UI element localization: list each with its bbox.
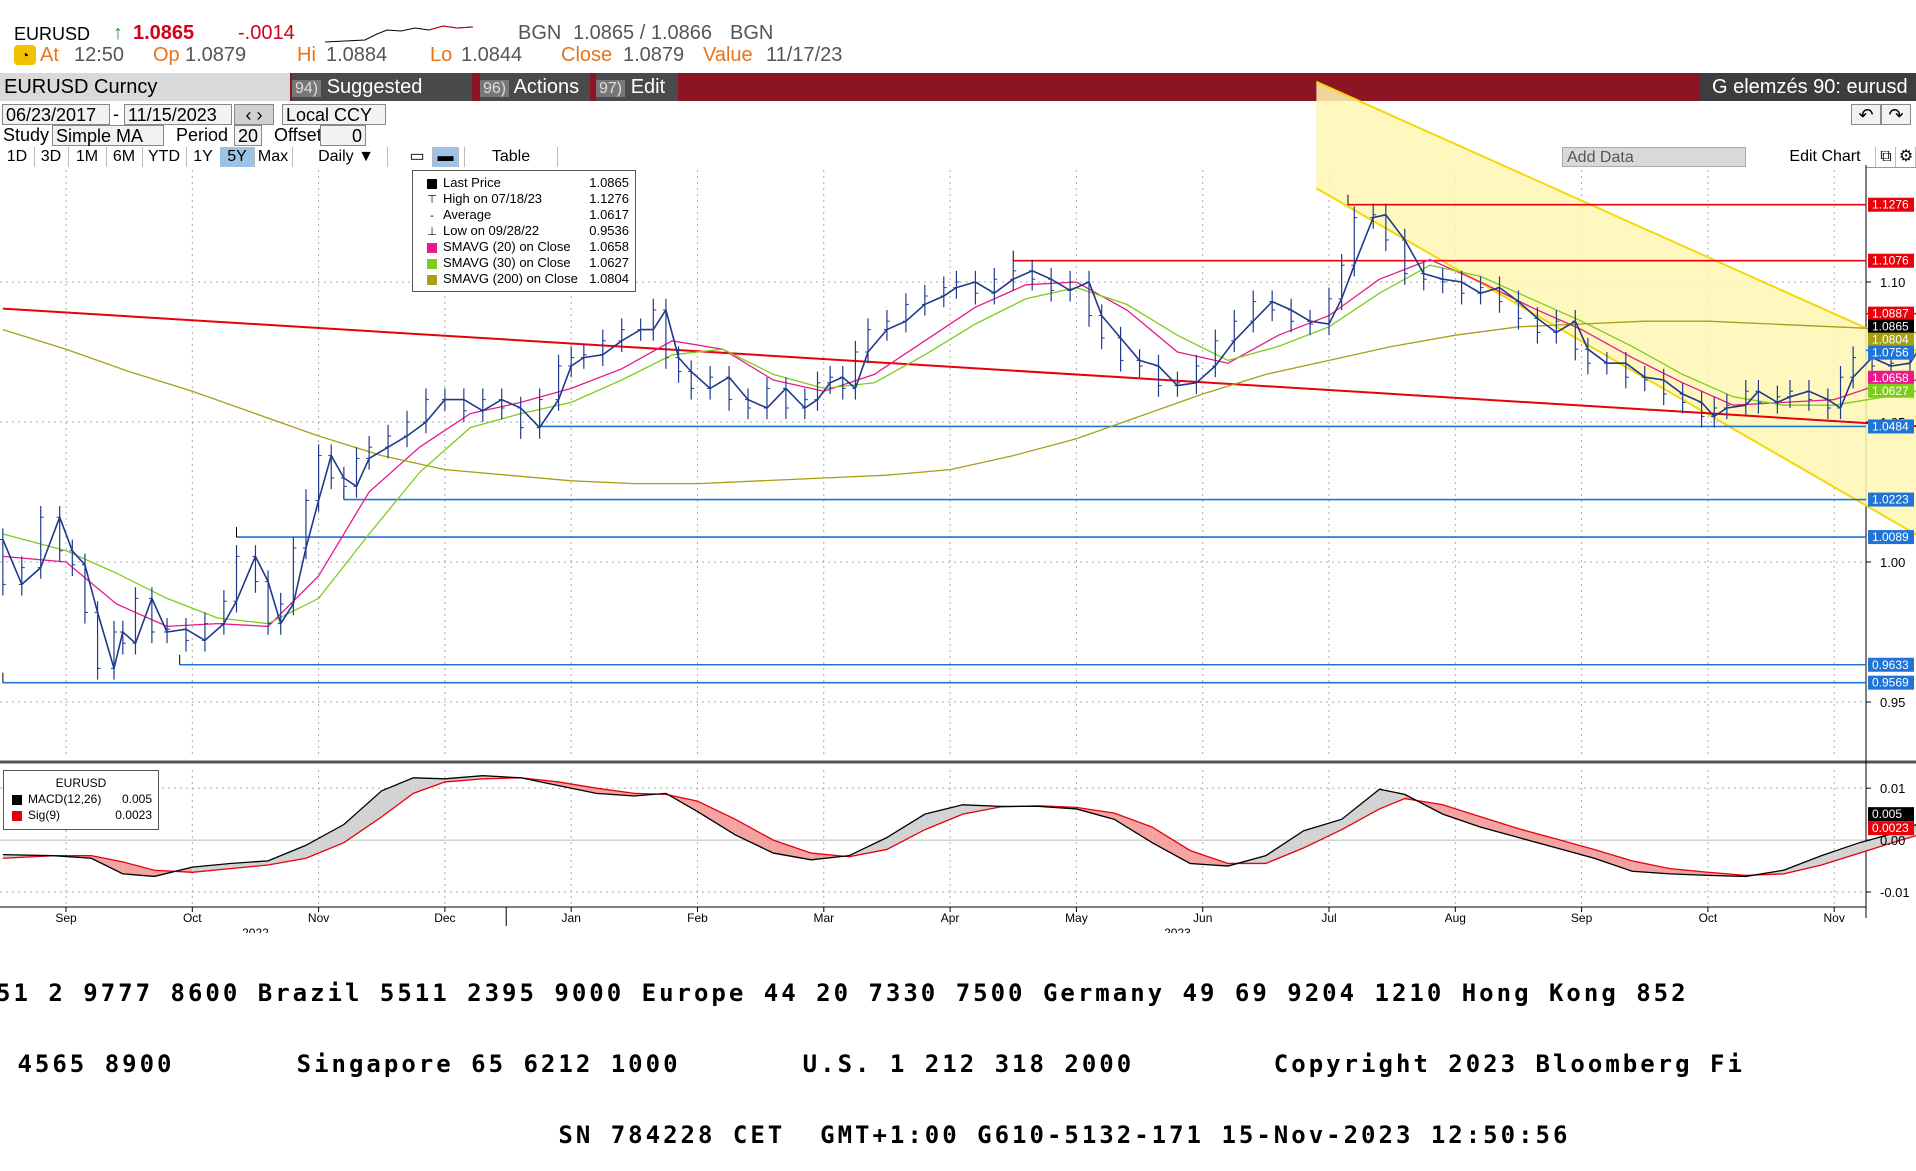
- x-tick-label: Jun: [1193, 911, 1212, 925]
- legend-value: 1.0617: [589, 207, 629, 222]
- price-tag-label: 0.9569: [1872, 676, 1909, 690]
- legend-swatch-icon: [12, 810, 22, 821]
- legend-label: Sig(9): [28, 808, 61, 822]
- legend-value: 1.0658: [589, 239, 629, 254]
- time-axis: Sep Oct Nov Dec Jan Feb Mar Apr May Jun Jul Aug Sep O…: [55, 907, 1845, 933]
- legend-swatch-icon: ⊥: [427, 225, 437, 238]
- legend-swatch-icon: [427, 178, 437, 189]
- price-chart: 1.101.051.000.95 1.12761.10761.08871.086…: [0, 80, 1916, 933]
- legend-row: ⊥ Low on 09/28/22 0.9536: [413, 223, 635, 239]
- legend-value: 0.005: [121, 792, 152, 806]
- macd-legend-title: EURUSD: [55, 776, 107, 790]
- macd-legend: EURUSD MACD(12,26) 0.005 Sig(9) 0.0023: [3, 770, 159, 830]
- legend-label: MACD(12,26): [28, 792, 102, 806]
- legend-row: ⊤ High on 07/18/23 1.1276: [413, 191, 635, 207]
- macd-fill: [343, 790, 382, 843]
- macd-fill: [1303, 819, 1342, 848]
- price-tag-label: 1.0756: [1872, 346, 1909, 360]
- x-tick-label: Sep: [55, 911, 77, 925]
- macd-legend-row: Sig(9) 0.0023: [4, 807, 158, 823]
- x-tick-label: Nov: [1824, 911, 1845, 925]
- x-tick-label: Feb: [687, 911, 708, 925]
- price-tag-label: 1.0887: [1872, 307, 1909, 321]
- x-tick-label: Jul: [1321, 911, 1336, 925]
- footer-line-3: SN 784228 CET GMT+1:00 G610-5132-171 15-…: [0, 1121, 1571, 1149]
- footer-contacts: 51 2 9777 8600 Brazil 5511 2395 9000 Eur…: [0, 933, 1916, 1147]
- legend-swatch-icon: ⊤: [427, 193, 437, 206]
- macd-legend-row: MACD(12,26) 0.005: [4, 791, 158, 807]
- macd-tag-label: 0.005: [1872, 807, 1902, 821]
- price-tag-label: 0.9633: [1872, 658, 1909, 672]
- macd-fill: [1265, 830, 1304, 864]
- macd-fill: [1341, 789, 1380, 830]
- x-tick-label: Dec: [434, 911, 455, 925]
- x-tick-label: Apr: [941, 911, 960, 925]
- legend-row: SMAVG (30) on Close 1.0627: [413, 255, 635, 271]
- x-tick-label: Jan: [562, 911, 581, 925]
- legend-value: 1.1276: [589, 191, 629, 206]
- legend-value: 0.0023: [115, 808, 152, 822]
- price-tag-label: 1.0223: [1872, 493, 1909, 507]
- legend-label: Low on 09/28/22: [443, 223, 540, 238]
- chart-legend: Last Price 1.0865 ⊤ High on 07/18/23 1.1276-…: [412, 170, 636, 292]
- x-tick-label: May: [1065, 911, 1088, 925]
- footer-line-2: 4565 8900 Singapore 65 6212 1000 U.S. 1 …: [0, 1050, 1745, 1078]
- price-tag-label: 1.0627: [1872, 384, 1909, 398]
- y-tick-label: 0.01: [1880, 781, 1905, 796]
- price-tag-label: 1.0089: [1872, 530, 1909, 544]
- legend-label: SMAVG (200) on Close: [443, 271, 578, 286]
- x-tick-label: Oct: [1699, 911, 1718, 925]
- macd-fill: [1114, 813, 1153, 843]
- price-tag-label: 1.1076: [1872, 254, 1909, 268]
- x-tick-label: Sep: [1571, 911, 1593, 925]
- macd-fill: [1518, 828, 1557, 848]
- legend-value: 1.0865: [589, 175, 629, 190]
- footer-line-1: 51 2 9777 8600 Brazil 5511 2395 9000 Eur…: [0, 979, 1689, 1007]
- y-tick-label: -0.01: [1880, 885, 1910, 900]
- x-tick-label: Mar: [813, 911, 834, 925]
- macd-panel: 0.010.00-0.010.0050.0023: [2, 775, 1916, 900]
- legend-swatch-icon: [12, 794, 22, 805]
- legend-row: SMAVG (200) on Close 1.0804: [413, 271, 635, 287]
- legend-swatch-icon: [427, 242, 437, 253]
- x-tick-label: Nov: [308, 911, 329, 925]
- macd-fill: [305, 824, 344, 859]
- legend-swatch-icon: [427, 274, 437, 285]
- price-tag-label: 1.0804: [1872, 333, 1909, 347]
- price-tag-label: 1.0658: [1872, 371, 1909, 385]
- y-tick-label: 0.00: [1880, 833, 1905, 848]
- x-year-label: 2022: [242, 926, 269, 933]
- legend-swatch-icon: [427, 258, 437, 269]
- macd-tag-label: 0.0023: [1872, 821, 1909, 835]
- price-tag-label: 1.0484: [1872, 419, 1909, 433]
- legend-label: SMAVG (20) on Close: [443, 239, 571, 254]
- price-tag-label: 1.1276: [1872, 198, 1909, 212]
- legend-value: 0.9536: [589, 223, 629, 238]
- x-tick-label: Oct: [183, 911, 202, 925]
- macd-fill: [924, 804, 963, 830]
- legend-label: Last Price: [443, 175, 501, 190]
- legend-row: Last Price 1.0865: [413, 175, 635, 191]
- y-tick-label: 0.95: [1880, 695, 1905, 710]
- macd-fill: [735, 819, 774, 854]
- macd-fill: [697, 801, 736, 835]
- x-tick-label: Aug: [1445, 911, 1466, 925]
- legend-value: 1.0804: [589, 271, 629, 286]
- legend-swatch-icon: -: [430, 209, 434, 222]
- y-tick-label: 1.10: [1880, 275, 1905, 290]
- legend-value: 1.0627: [589, 255, 629, 270]
- legend-label: High on 07/18/23: [443, 191, 543, 206]
- legend-label: SMAVG (30) on Close: [443, 255, 571, 270]
- macd-fill: [1556, 839, 1595, 859]
- legend-label: Average: [443, 207, 492, 222]
- legend-row: SMAVG (20) on Close 1.0658: [413, 239, 635, 255]
- x-year-label: 2023: [1164, 926, 1191, 933]
- price-tag-label: 1.0865: [1872, 320, 1909, 334]
- macd-fill: [886, 814, 925, 850]
- legend-row: - Average 1.0617: [413, 207, 635, 223]
- y-tick-label: 1.00: [1880, 555, 1905, 570]
